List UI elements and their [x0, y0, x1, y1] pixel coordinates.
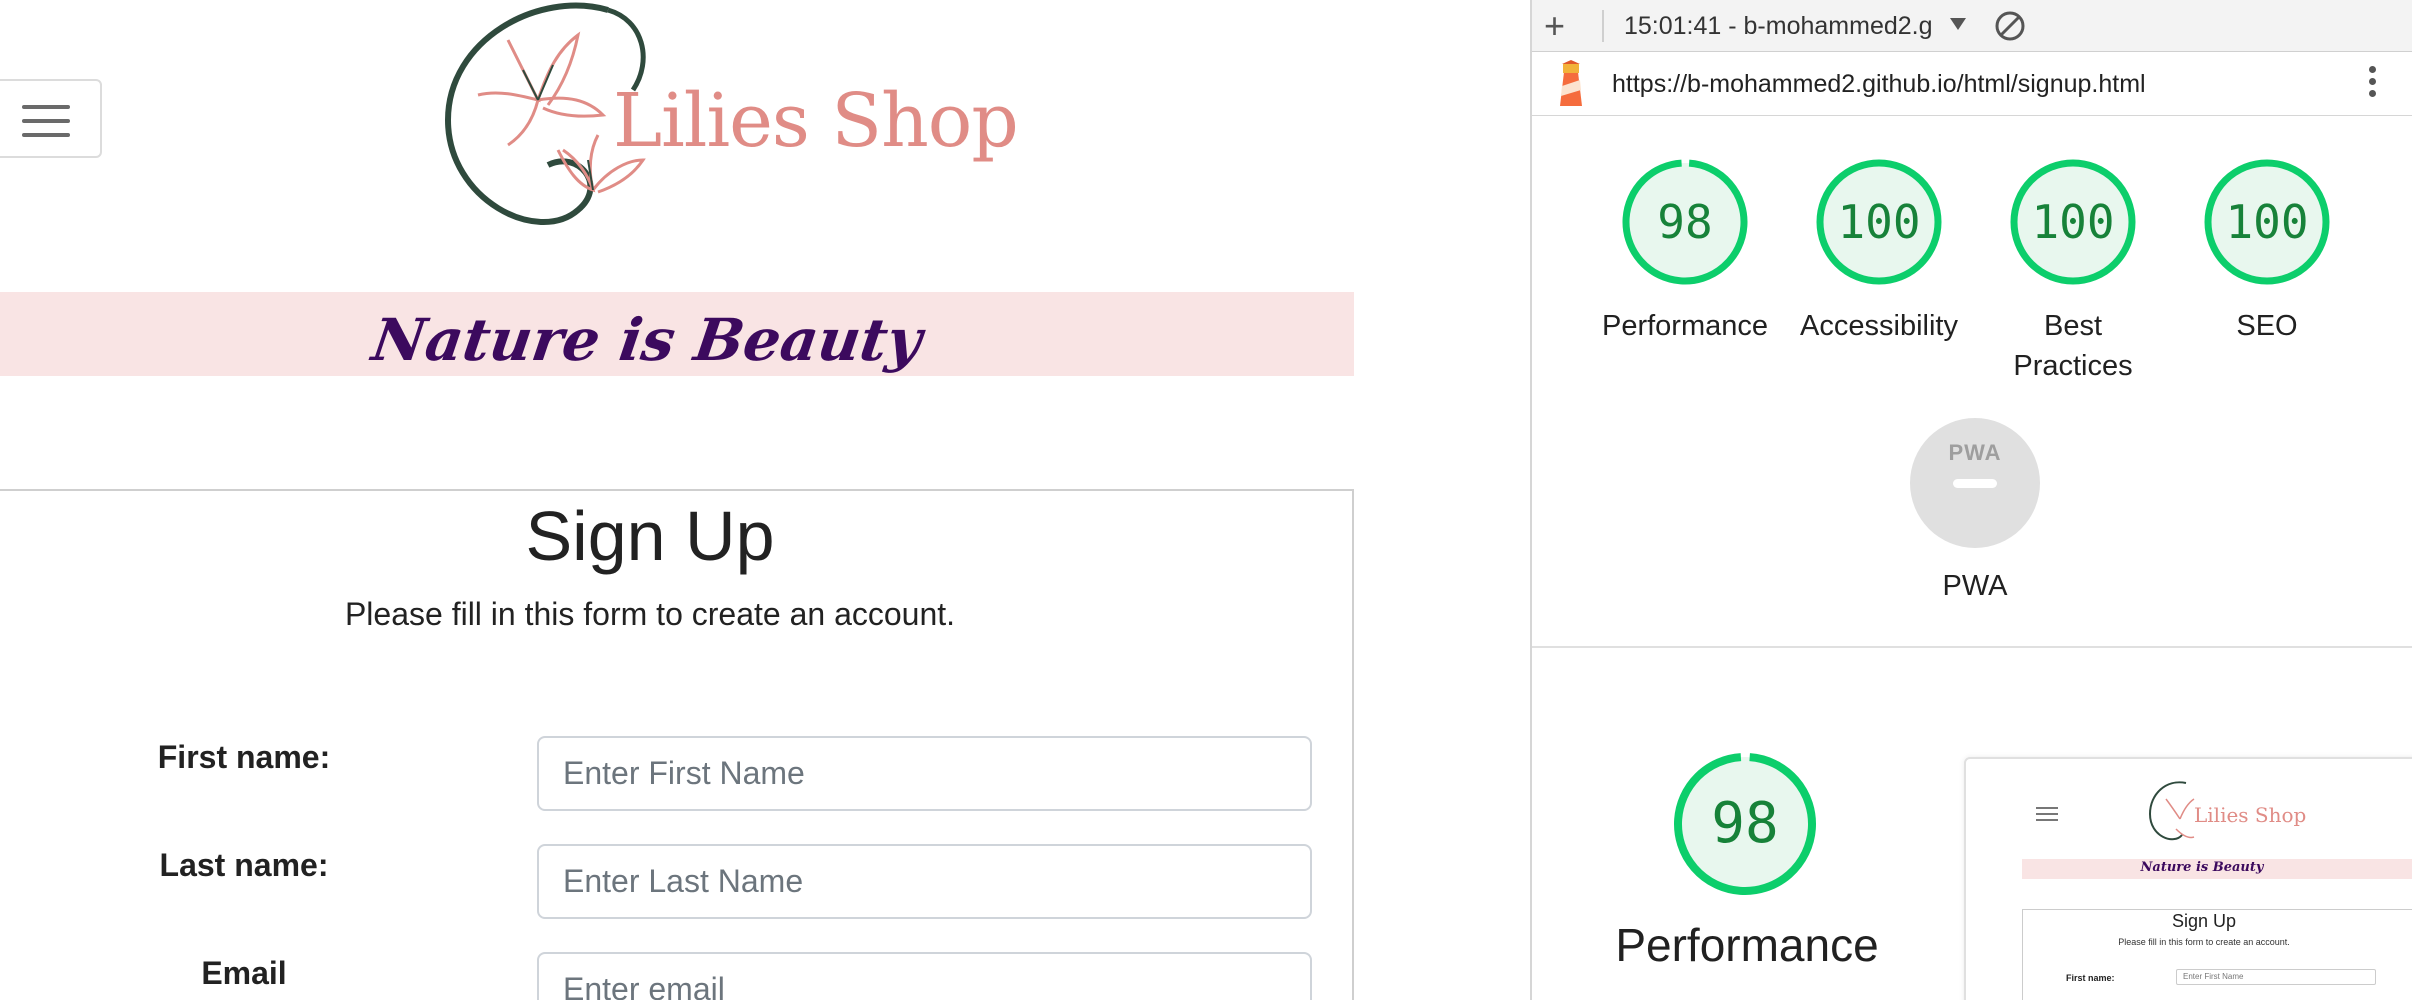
performance-detail-label: Performance: [1615, 919, 1879, 971]
pwa-logo: PWA: [1948, 440, 2002, 465]
logo-text: Lilies Shop: [613, 78, 1019, 164]
email-input[interactable]: [537, 952, 1312, 1000]
form-subtitle: Please fill in this form to create an ac…: [344, 596, 956, 632]
first-name-label: First name:: [157, 739, 331, 775]
page-screenshot-thumbnail[interactable]: Lilies Shop Nature is Beauty Sign Up Ple…: [1964, 757, 2412, 1000]
last-name-input[interactable]: [537, 844, 1312, 919]
lighthouse-toolbar: + 15:01:41 - b-mohammed2.github.io: [1532, 0, 2412, 52]
add-icon[interactable]: +: [1544, 6, 1565, 46]
report-selector[interactable]: 15:01:41 - b-mohammed2.github.io: [1624, 12, 1934, 41]
accessibility-score: 100: [1837, 195, 1921, 249]
url-bar: https://b-mohammed2.github.io/html/signu…: [1532, 52, 2412, 116]
site-preview: Lilies Shop Nature is Beauty Sign Up Ple…: [0, 0, 1530, 1000]
seo-label: SEO: [2236, 310, 2298, 342]
lighthouse-panel: + 15:01:41 - b-mohammed2.github.io https…: [1530, 0, 2412, 1000]
first-name-input[interactable]: [537, 736, 1312, 811]
thumbnail-logo-text: Lilies Shop: [2194, 803, 2307, 827]
best-practices-label: Best Practices: [2013, 310, 2133, 382]
email-label: Email: [201, 955, 287, 991]
thumbnail-field-input: Enter First Name: [2176, 969, 2376, 985]
block-icon[interactable]: [1994, 10, 2026, 42]
page-url: https://b-mohammed2.github.io/html/signu…: [1612, 70, 2146, 98]
page-title: Sign Up: [525, 497, 775, 575]
thumbnail-subtitle: Please fill in this form to create an ac…: [2118, 937, 2290, 947]
thumbnail-field-label: First name:: [2066, 973, 2115, 983]
performance-score: 98: [1657, 195, 1713, 249]
performance-label: Performance: [1601, 310, 1768, 342]
dropdown-caret-icon[interactable]: [1950, 18, 1966, 30]
thumbnail-hamburger-icon: [2036, 807, 2058, 821]
section-divider: [1532, 646, 2412, 648]
pwa-dash: [1953, 479, 1997, 488]
pwa-label: PWA: [1942, 570, 2008, 602]
hamburger-menu-icon[interactable]: [0, 79, 102, 158]
best-practices-score: 100: [2031, 195, 2115, 249]
lighthouse-icon: [1560, 60, 1582, 106]
thumbnail-banner-text: Nature is Beauty: [2140, 860, 2264, 875]
tagline-banner: Nature is Beauty: [0, 292, 1354, 376]
last-name-label: Last name:: [159, 847, 329, 883]
thumbnail-banner: Nature is Beauty: [2022, 859, 2412, 879]
thumbnail-title: Sign Up: [2171, 911, 2237, 931]
seo-score: 100: [2225, 195, 2309, 249]
accessibility-label: Accessibility: [1800, 310, 1958, 342]
toolbar-divider: [1602, 10, 1604, 42]
more-vert-icon[interactable]: [2366, 66, 2378, 106]
tagline-text: Nature is Beauty: [368, 306, 926, 374]
pwa-gauge[interactable]: PWA: [1910, 418, 2040, 548]
performance-detail-score: 98: [1711, 791, 1779, 856]
